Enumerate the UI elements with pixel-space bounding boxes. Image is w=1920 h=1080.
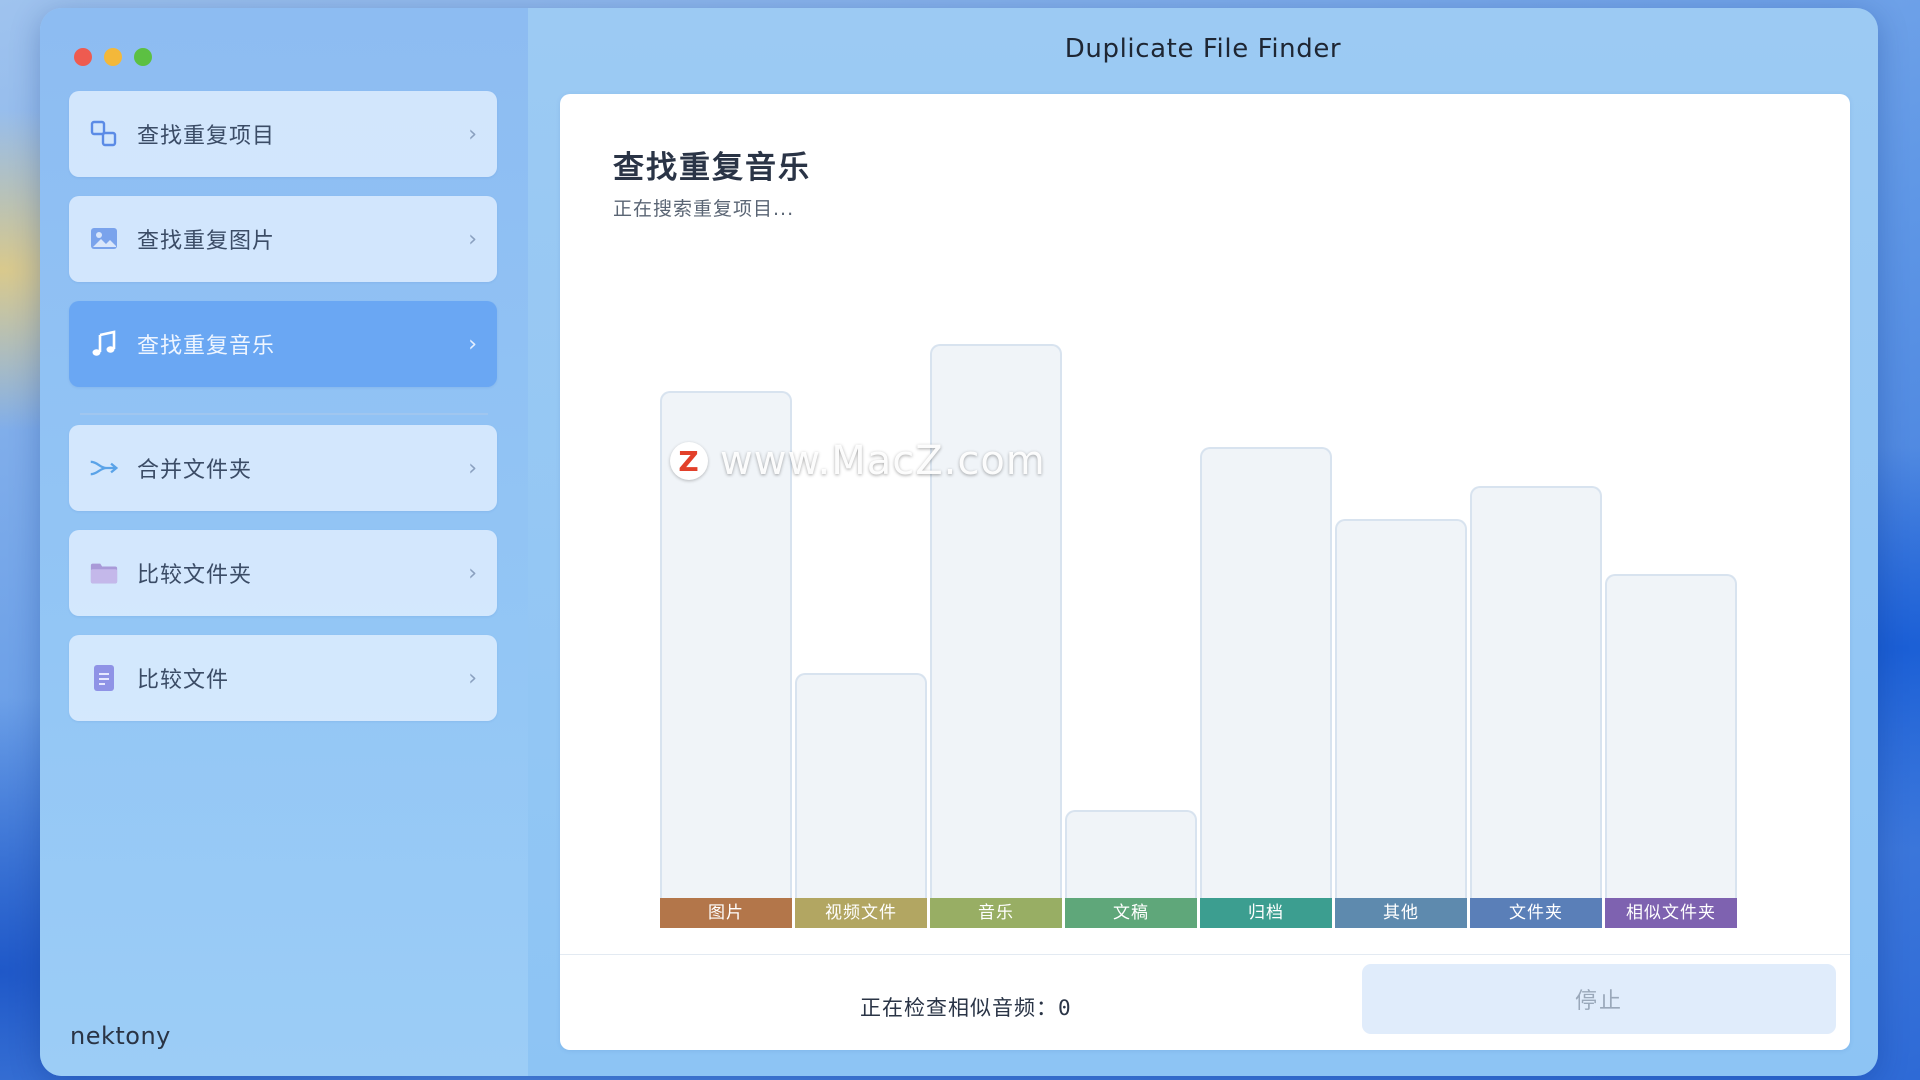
- sidebar-item-merge-folders[interactable]: 合并文件夹 ›: [69, 425, 497, 511]
- document-icon: [89, 663, 119, 693]
- merge-arrow-icon: [89, 453, 119, 483]
- status-count: 0: [1058, 996, 1072, 1020]
- chart-category-label: 图片: [660, 898, 792, 928]
- chart-bar: [930, 344, 1062, 898]
- chevron-right-icon: ›: [468, 560, 477, 586]
- main-panel: 查找重复音乐 正在搜索重复项目... 图片 视频文件 音乐 文稿 归档 其他 文件夹 相似文件…: [560, 94, 1850, 1050]
- brand-logo: nektony: [70, 1022, 171, 1050]
- chevron-right-icon: ›: [468, 331, 477, 357]
- image-icon: [89, 224, 119, 254]
- sidebar-item-label: 比较文件: [137, 668, 230, 693]
- window-controls: [74, 48, 152, 66]
- sidebar: 查找重复项目 › 查找重复图片 › 查找重复音乐 › 合并文件夹 › 比较文件夹…: [40, 8, 528, 1076]
- chevron-right-icon: ›: [468, 226, 477, 252]
- watermark-logo: Z: [670, 442, 708, 480]
- scan-status-subtitle: 正在搜索重复项目...: [613, 198, 795, 220]
- chevron-right-icon: ›: [468, 121, 477, 147]
- footer-divider: [560, 954, 1850, 955]
- chart-category-label: 文件夹: [1470, 898, 1602, 928]
- sidebar-item-find-duplicates[interactable]: 查找重复项目 ›: [69, 91, 497, 177]
- scan-progress-status: 正在检查相似音频：0: [860, 992, 1072, 1022]
- close-window-button[interactable]: [74, 48, 92, 66]
- chart-category-label: 其他: [1335, 898, 1467, 928]
- chevron-right-icon: ›: [468, 665, 477, 691]
- duplicate-items-icon: [89, 119, 119, 149]
- chart-bar: [1065, 810, 1197, 898]
- music-note-icon: [89, 329, 119, 359]
- sidebar-item-find-duplicate-images[interactable]: 查找重复图片 ›: [69, 196, 497, 282]
- sidebar-divider: [80, 413, 488, 415]
- chevron-right-icon: ›: [468, 455, 477, 481]
- sidebar-item-compare-folders[interactable]: 比较文件夹 ›: [69, 530, 497, 616]
- sidebar-item-find-duplicate-music[interactable]: 查找重复音乐 ›: [69, 301, 497, 387]
- sidebar-item-label: 查找重复图片: [137, 229, 276, 254]
- sidebar-item-compare-files[interactable]: 比较文件 ›: [69, 635, 497, 721]
- zoom-window-button[interactable]: [134, 48, 152, 66]
- folder-icon: [89, 558, 119, 588]
- status-label: 正在检查相似音频：: [860, 996, 1058, 1020]
- chart-bar: [1605, 574, 1737, 898]
- stop-button[interactable]: 停止: [1362, 964, 1836, 1034]
- chart-category-label: 文稿: [1065, 898, 1197, 928]
- watermark: Z www.MacZ.com: [670, 438, 1046, 484]
- minimize-window-button[interactable]: [104, 48, 122, 66]
- watermark-text: www.MacZ.com: [720, 438, 1046, 484]
- chart-category-label: 归档: [1200, 898, 1332, 928]
- sidebar-item-label: 查找重复项目: [137, 124, 276, 149]
- app-window: 查找重复项目 › 查找重复图片 › 查找重复音乐 › 合并文件夹 › 比较文件夹…: [40, 8, 1878, 1076]
- chart-bar: [1335, 519, 1467, 898]
- page-title: 查找重复音乐: [613, 150, 811, 186]
- window-title: Duplicate File Finder: [1064, 34, 1342, 64]
- chart-bar: [1200, 447, 1332, 898]
- chart-category-label: 相似文件夹: [1605, 898, 1737, 928]
- category-bar-chart: 图片 视频文件 音乐 文稿 归档 其他 文件夹 相似文件夹: [660, 344, 1740, 928]
- chart-category-label: 音乐: [930, 898, 1062, 928]
- chart-bar: [1470, 486, 1602, 898]
- sidebar-item-label: 合并文件夹: [137, 458, 253, 483]
- chart-bar: [795, 673, 927, 898]
- sidebar-item-label: 比较文件夹: [137, 563, 253, 588]
- sidebar-item-label: 查找重复音乐: [137, 334, 276, 359]
- chart-category-label: 视频文件: [795, 898, 927, 928]
